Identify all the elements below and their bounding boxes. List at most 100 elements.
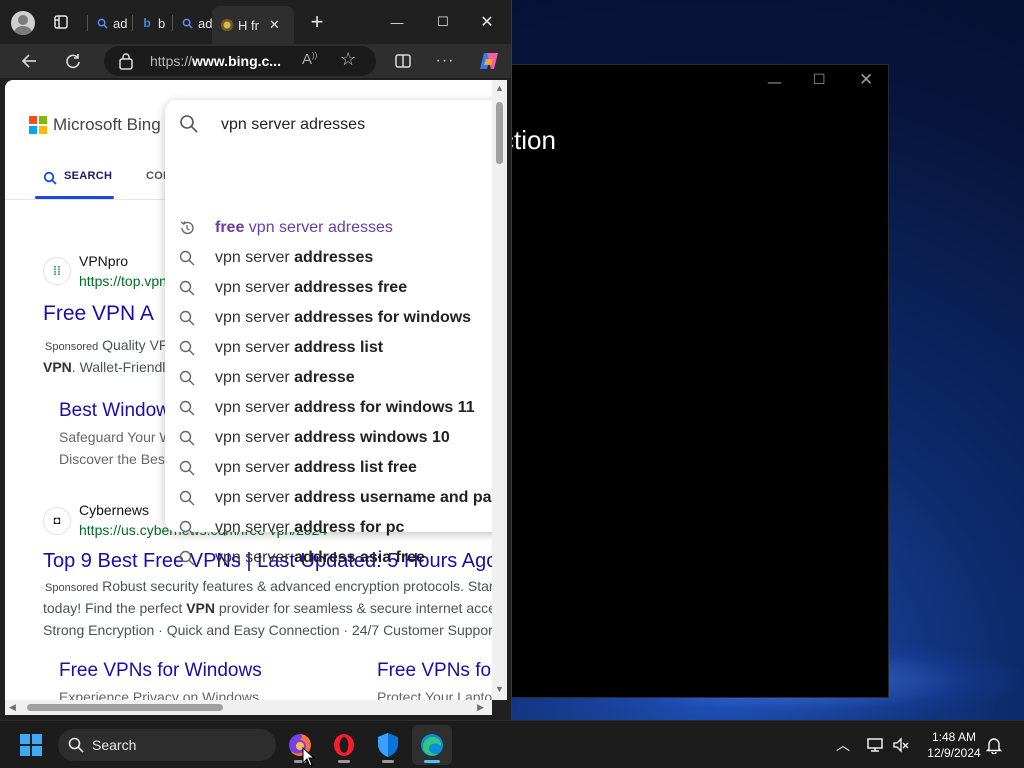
background-window[interactable]: — ☐ ✕ ction (492, 64, 889, 698)
suggestion-item[interactable]: vpn server address list (165, 333, 492, 363)
result-1-title[interactable]: Free VPN A (43, 302, 154, 326)
edge-icon[interactable] (412, 725, 452, 765)
tab-actions-icon[interactable] (48, 0, 74, 44)
suggestion-item[interactable]: vpn server address windows 10 (165, 423, 492, 453)
suggestion-item[interactable]: free vpn server adresses (165, 213, 492, 243)
tab-close-icon[interactable]: ✕ (269, 17, 280, 33)
profile-avatar-icon[interactable] (11, 11, 35, 35)
search-icon (68, 737, 84, 753)
close-icon[interactable]: ✕ (859, 70, 873, 90)
defender-icon[interactable] (368, 725, 408, 765)
suggestion-text: vpn server address for windows 11 (215, 399, 475, 416)
search-icon (179, 430, 195, 446)
system-clock[interactable]: 1:48 AM 12/9/2024 (916, 729, 992, 761)
suggestion-text: vpn server address windows 10 (215, 429, 450, 446)
more-options-icon[interactable]: ··· (428, 44, 462, 78)
result-1-sublink-title[interactable]: Best Window (59, 400, 170, 422)
history-icon (179, 220, 195, 236)
result-2-desc: Sponsored Robust security features & adv… (45, 578, 492, 594)
tab-separator (132, 15, 133, 31)
tab-1-label: ad (113, 15, 128, 31)
suggestion-item[interactable]: vpn server addresses for windows (165, 303, 492, 333)
result-1-site-name: VPNpro (79, 253, 129, 269)
search-input[interactable]: vpn server adresses (221, 116, 365, 134)
search-suggestions-dropdown: vpn server adresses free vpn server adre… (165, 100, 492, 566)
opera-icon[interactable] (324, 725, 364, 765)
result-2-sublink-1-title[interactable]: Free VPNs for Windows (59, 660, 262, 682)
bing-brand[interactable]: Microsoft Bing (53, 115, 161, 135)
read-aloud-icon[interactable]: A)) (302, 51, 317, 68)
result-1-url[interactable]: https://top.vpn (79, 273, 167, 289)
result-2-desc-2: today! Find the perfect VPN provider for… (43, 600, 492, 616)
new-tab-icon[interactable]: + (302, 0, 332, 44)
suggestion-text: vpn server addresses free (215, 279, 408, 296)
close-icon[interactable]: ✕ (472, 0, 502, 44)
favorite-star-icon[interactable]: ☆ (340, 49, 356, 70)
tab-3[interactable]: ad (180, 8, 212, 38)
back-icon[interactable] (12, 44, 46, 78)
refresh-icon[interactable] (56, 44, 90, 78)
suggestion-item[interactable]: vpn server address for windows 11 (165, 393, 492, 423)
suggestion-item[interactable]: vpn server address list free (165, 453, 492, 483)
result-2-sublink-2-title[interactable]: Free VPNs fo (377, 660, 491, 682)
microsoft-logo-icon[interactable] (29, 116, 47, 134)
suggestion-item[interactable]: vpn server address username and pass (165, 483, 492, 513)
taskbar-search-box[interactable]: Search (58, 729, 276, 761)
suggestion-item[interactable]: vpn server address for pc (165, 513, 492, 543)
vertical-scroll-thumb[interactable] (496, 102, 503, 164)
copilot-icon[interactable] (472, 44, 506, 78)
search-tab-icon (43, 171, 57, 185)
result-2-sublink-1-desc: Experience Privacy on Windows (59, 689, 259, 700)
notifications-bell-icon[interactable] (986, 721, 1008, 768)
scroll-right-icon[interactable]: ▶ (477, 702, 484, 713)
minimize-icon[interactable]: — (767, 73, 782, 91)
search-icon (179, 370, 195, 386)
address-bar[interactable]: https://www.bing.c... A)) ☆ (104, 46, 376, 76)
suggestion-item[interactable]: vpn server addresses free (165, 273, 492, 303)
vertical-scrollbar[interactable]: ▲ ▼ (492, 80, 507, 700)
result-2-desc-3: Strong Encryption · Quick and Easy Conne… (43, 622, 492, 638)
volume-muted-icon[interactable] (892, 721, 914, 768)
show-hidden-icons-chevron-icon[interactable]: ︿ (836, 721, 856, 768)
tab-1[interactable]: ad (95, 8, 127, 38)
horizontal-scroll-thumb[interactable] (27, 704, 223, 711)
tab-search[interactable]: SEARCH (64, 170, 112, 182)
suggestion-text: vpn server address username and pass (215, 489, 492, 506)
scroll-up-icon[interactable]: ▲ (495, 83, 504, 93)
result-2-site-name: Cybernews (79, 502, 150, 518)
scroll-left-icon[interactable]: ◀ (9, 702, 16, 713)
cybernews-site-icon[interactable]: ◘ (43, 507, 71, 535)
network-icon[interactable] (866, 721, 888, 768)
vpn-site-icon (220, 18, 234, 32)
mouse-cursor-icon (302, 747, 316, 767)
tab-2[interactable]: b b (140, 8, 165, 38)
search-icon (179, 280, 195, 296)
minimize-icon[interactable]: — (382, 0, 412, 44)
tab-4-active[interactable]: H fr ✕ (212, 6, 294, 44)
lock-icon[interactable] (118, 52, 134, 70)
split-screen-icon[interactable] (386, 44, 420, 78)
scroll-down-icon[interactable]: ▼ (495, 684, 504, 694)
maximize-icon[interactable]: ☐ (813, 72, 826, 88)
taskbar: Search ︿ 1:48 AM 12/9/2024 (0, 720, 1024, 768)
search-icon (179, 520, 195, 536)
tab-2-label: b (158, 15, 166, 31)
search-icon[interactable] (179, 114, 199, 134)
tab-separator (87, 15, 88, 31)
suggestion-item[interactable]: vpn server addresses (165, 243, 492, 273)
suggestion-text: vpn server address asia free (215, 549, 425, 566)
running-indicator (338, 760, 350, 763)
suggestion-item[interactable]: vpn server adresse (165, 363, 492, 393)
horizontal-scrollbar[interactable]: ◀ ▶ (5, 700, 492, 715)
vpnpro-site-icon[interactable]: ⁞⁞ (43, 257, 71, 285)
tab-3-label: ad (198, 15, 213, 31)
start-button-icon[interactable] (20, 734, 42, 756)
bing-logo-icon: b (143, 16, 151, 30)
result-1-sublink-desc-2: Discover the Best (59, 451, 169, 467)
suggestion-text: vpn server addresses for windows (215, 309, 472, 326)
suggestion-item[interactable]: vpn server address asia free (165, 543, 492, 573)
maximize-icon[interactable]: ☐ (428, 0, 458, 44)
result-2-sublink-2-desc: Protect Your Lapto (377, 689, 492, 700)
search-icon (179, 250, 195, 266)
tab-strip: ad b b ad H fr ✕ + — ☐ ✕ (0, 0, 511, 44)
